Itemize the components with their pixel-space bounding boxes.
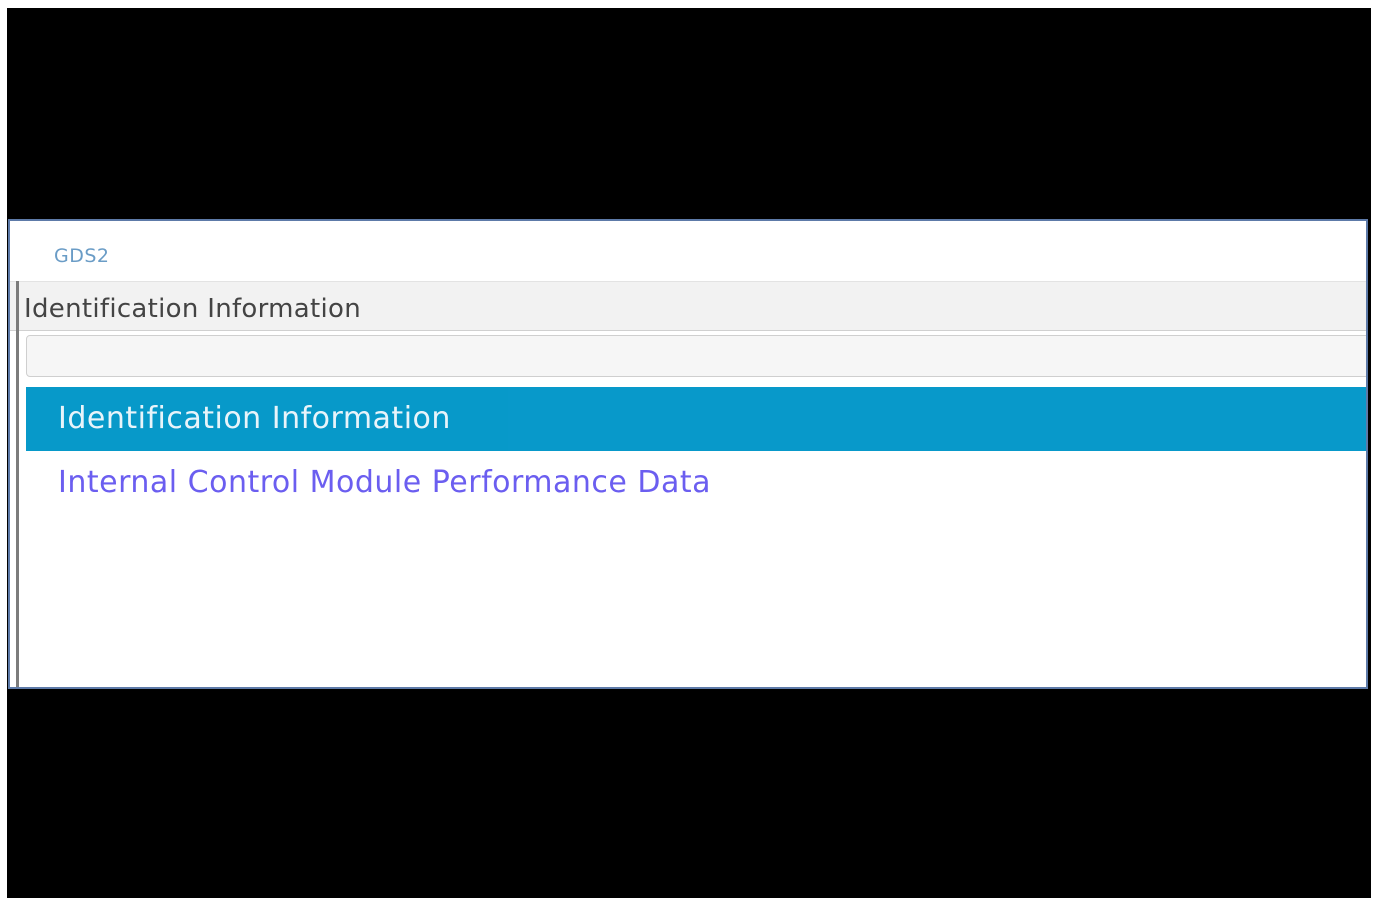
list-item-identification-information[interactable]: Identification Information bbox=[26, 387, 1366, 451]
filter-input[interactable] bbox=[26, 335, 1366, 377]
list-item-label: Identification Information bbox=[58, 401, 451, 436]
app-title: GDS2 bbox=[54, 245, 110, 267]
window-left-edge bbox=[16, 281, 19, 687]
title-bar: GDS2 bbox=[10, 221, 1366, 282]
section-header-title: Identification Information bbox=[24, 294, 362, 324]
gds2-window: GDS2 Identification Information Identifi… bbox=[8, 219, 1368, 689]
section-header: Identification Information bbox=[10, 282, 1366, 331]
list-item-internal-control-module-performance-data[interactable]: Internal Control Module Performance Data bbox=[26, 451, 1366, 515]
list-item-label: Internal Control Module Performance Data bbox=[58, 465, 712, 500]
data-category-list: Identification Information Internal Cont… bbox=[26, 387, 1366, 687]
